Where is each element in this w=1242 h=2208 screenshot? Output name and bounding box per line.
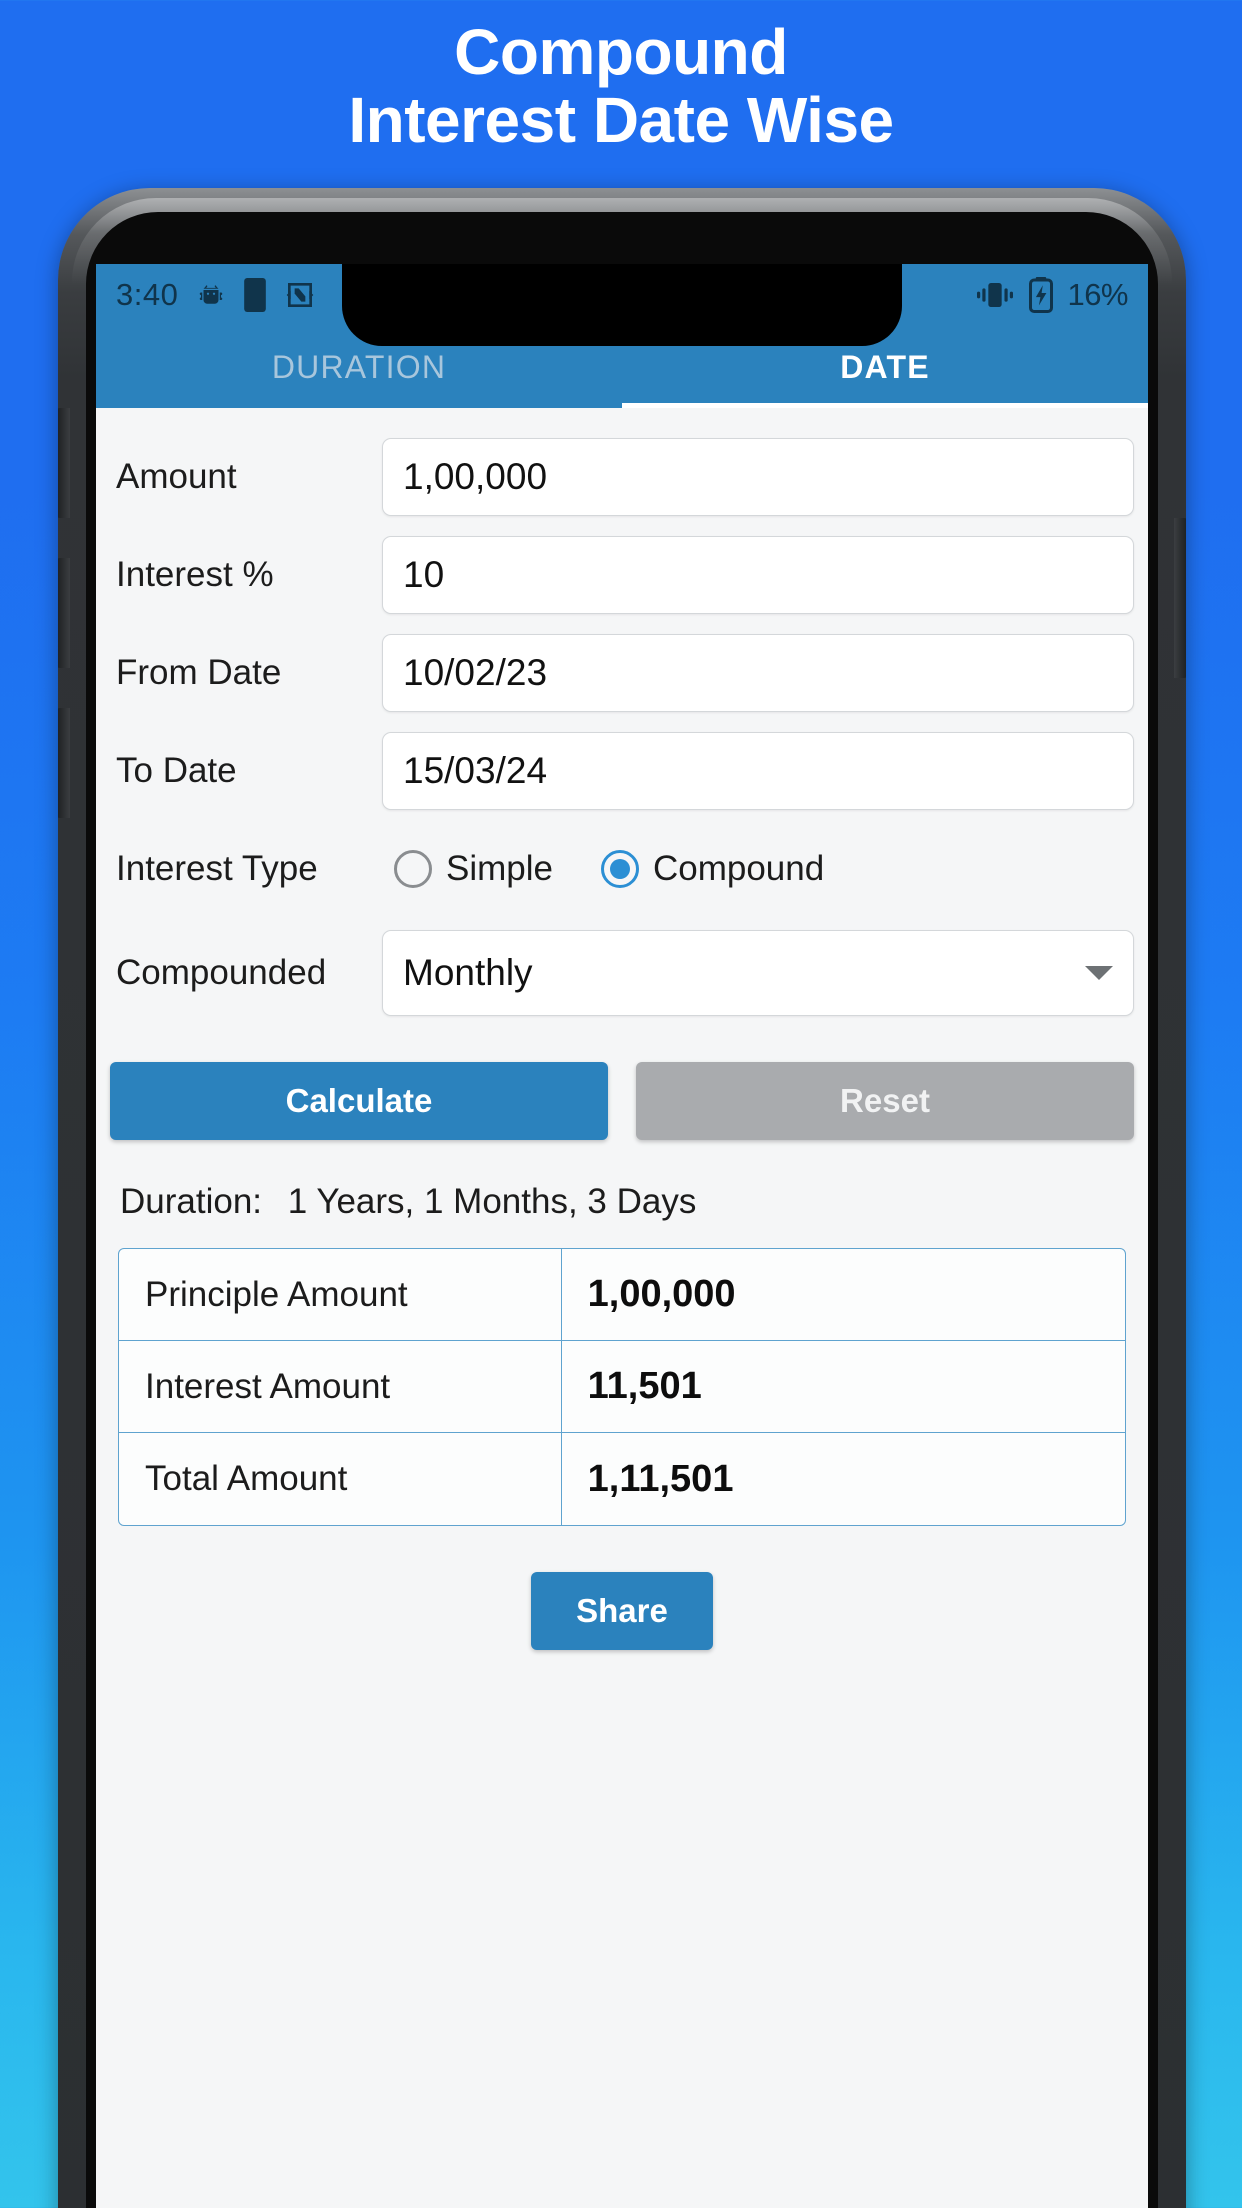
page-title: Compound Interest Date Wise [0, 18, 1242, 155]
battery-charging-icon [1029, 277, 1054, 313]
row-amount: Amount 1,00,000 [96, 428, 1148, 526]
device-notch [342, 264, 902, 346]
android-debug-icon [196, 280, 226, 310]
status-bar: 3:40 16% [96, 264, 1148, 346]
from-date-input[interactable]: 10/02/23 [382, 634, 1134, 712]
power-button[interactable] [1174, 518, 1186, 678]
reset-button[interactable]: Reset [636, 1062, 1134, 1140]
radio-checked-icon [600, 850, 639, 888]
compounded-label: Compounded [116, 953, 327, 992]
volume-down-button[interactable] [58, 558, 70, 668]
interest-type-label: Interest Type [116, 849, 318, 888]
principle-amount-value: 1,00,000 [587, 1273, 736, 1315]
result-table: Principle Amount 1,00,000 Interest Amoun… [118, 1248, 1126, 1526]
calculate-button[interactable]: Calculate [110, 1062, 608, 1140]
interest-amount-label: Interest Amount [119, 1341, 562, 1432]
duration-label: Duration: [120, 1182, 263, 1221]
calculator-form: Amount 1,00,000 Interest % 10 From Date … [96, 408, 1148, 1650]
device-screen-bezel: 3:40 16% DURATION DATE Amount 1,00,000 I… [86, 212, 1158, 2208]
to-date-input[interactable]: 15/03/24 [382, 732, 1134, 810]
radio-unchecked-icon [394, 850, 432, 888]
duration-value: 1 Years, 1 Months, 3 Days [287, 1182, 697, 1221]
share-button[interactable]: Share [531, 1572, 713, 1650]
sim-card-icon [244, 278, 267, 312]
amount-label: Amount [116, 457, 237, 496]
radio-compound[interactable]: Compound [600, 849, 825, 889]
row-to-date: To Date 15/03/24 [96, 722, 1148, 820]
interest-input[interactable]: 10 [382, 536, 1134, 614]
radio-compound-label: Compound [652, 849, 825, 888]
status-bar-left: 3:40 [116, 277, 316, 313]
interest-label: Interest % [116, 555, 274, 594]
share-button-row: Share [96, 1526, 1148, 1650]
compounded-selected-value: Monthly [403, 952, 533, 993]
chevron-down-icon [1085, 966, 1113, 980]
interest-amount-value: 11,501 [587, 1365, 702, 1407]
to-date-label: To Date [116, 751, 237, 790]
radio-simple[interactable]: Simple [394, 849, 553, 889]
phone-device-frame: 3:40 16% DURATION DATE Amount 1,00,000 I… [58, 188, 1186, 2208]
table-row: Total Amount 1,11,501 [119, 1433, 1125, 1525]
table-row: Principle Amount 1,00,000 [119, 1249, 1125, 1341]
nfc-icon [284, 279, 316, 311]
mute-switch-button[interactable] [58, 708, 70, 818]
principle-amount-label: Principle Amount [119, 1249, 562, 1340]
app-screen: 3:40 16% DURATION DATE Amount 1,00,000 I… [96, 264, 1148, 2208]
page-title-line-1: Compound [454, 16, 788, 88]
status-bar-right: 16% [975, 277, 1128, 313]
radio-simple-label: Simple [446, 849, 553, 888]
row-interest: Interest % 10 [96, 526, 1148, 624]
row-compounded: Compounded Monthly [96, 918, 1148, 1028]
table-row: Interest Amount 11,501 [119, 1341, 1125, 1433]
duration-summary: Duration: 1 Years, 1 Months, 3 Days [96, 1140, 1148, 1222]
status-bar-clock: 3:40 [116, 277, 179, 312]
page-title-line-2: Interest Date Wise [348, 84, 894, 157]
battery-percent-label: 16% [1067, 277, 1128, 312]
tab-active-indicator [622, 403, 1148, 408]
amount-input[interactable]: 1,00,000 [382, 438, 1134, 516]
row-interest-type: Interest Type Simple Compound [96, 820, 1148, 918]
total-amount-value: 1,11,501 [587, 1457, 734, 1500]
interest-type-radio-group: Simple Compound [382, 849, 1134, 889]
from-date-label: From Date [116, 653, 282, 692]
vibrate-icon [975, 280, 1015, 310]
volume-up-button[interactable] [58, 408, 70, 518]
row-from-date: From Date 10/02/23 [96, 624, 1148, 722]
compounded-select[interactable]: Monthly [382, 930, 1134, 1016]
total-amount-label: Total Amount [119, 1433, 562, 1525]
action-button-row: Calculate Reset [96, 1028, 1148, 1140]
